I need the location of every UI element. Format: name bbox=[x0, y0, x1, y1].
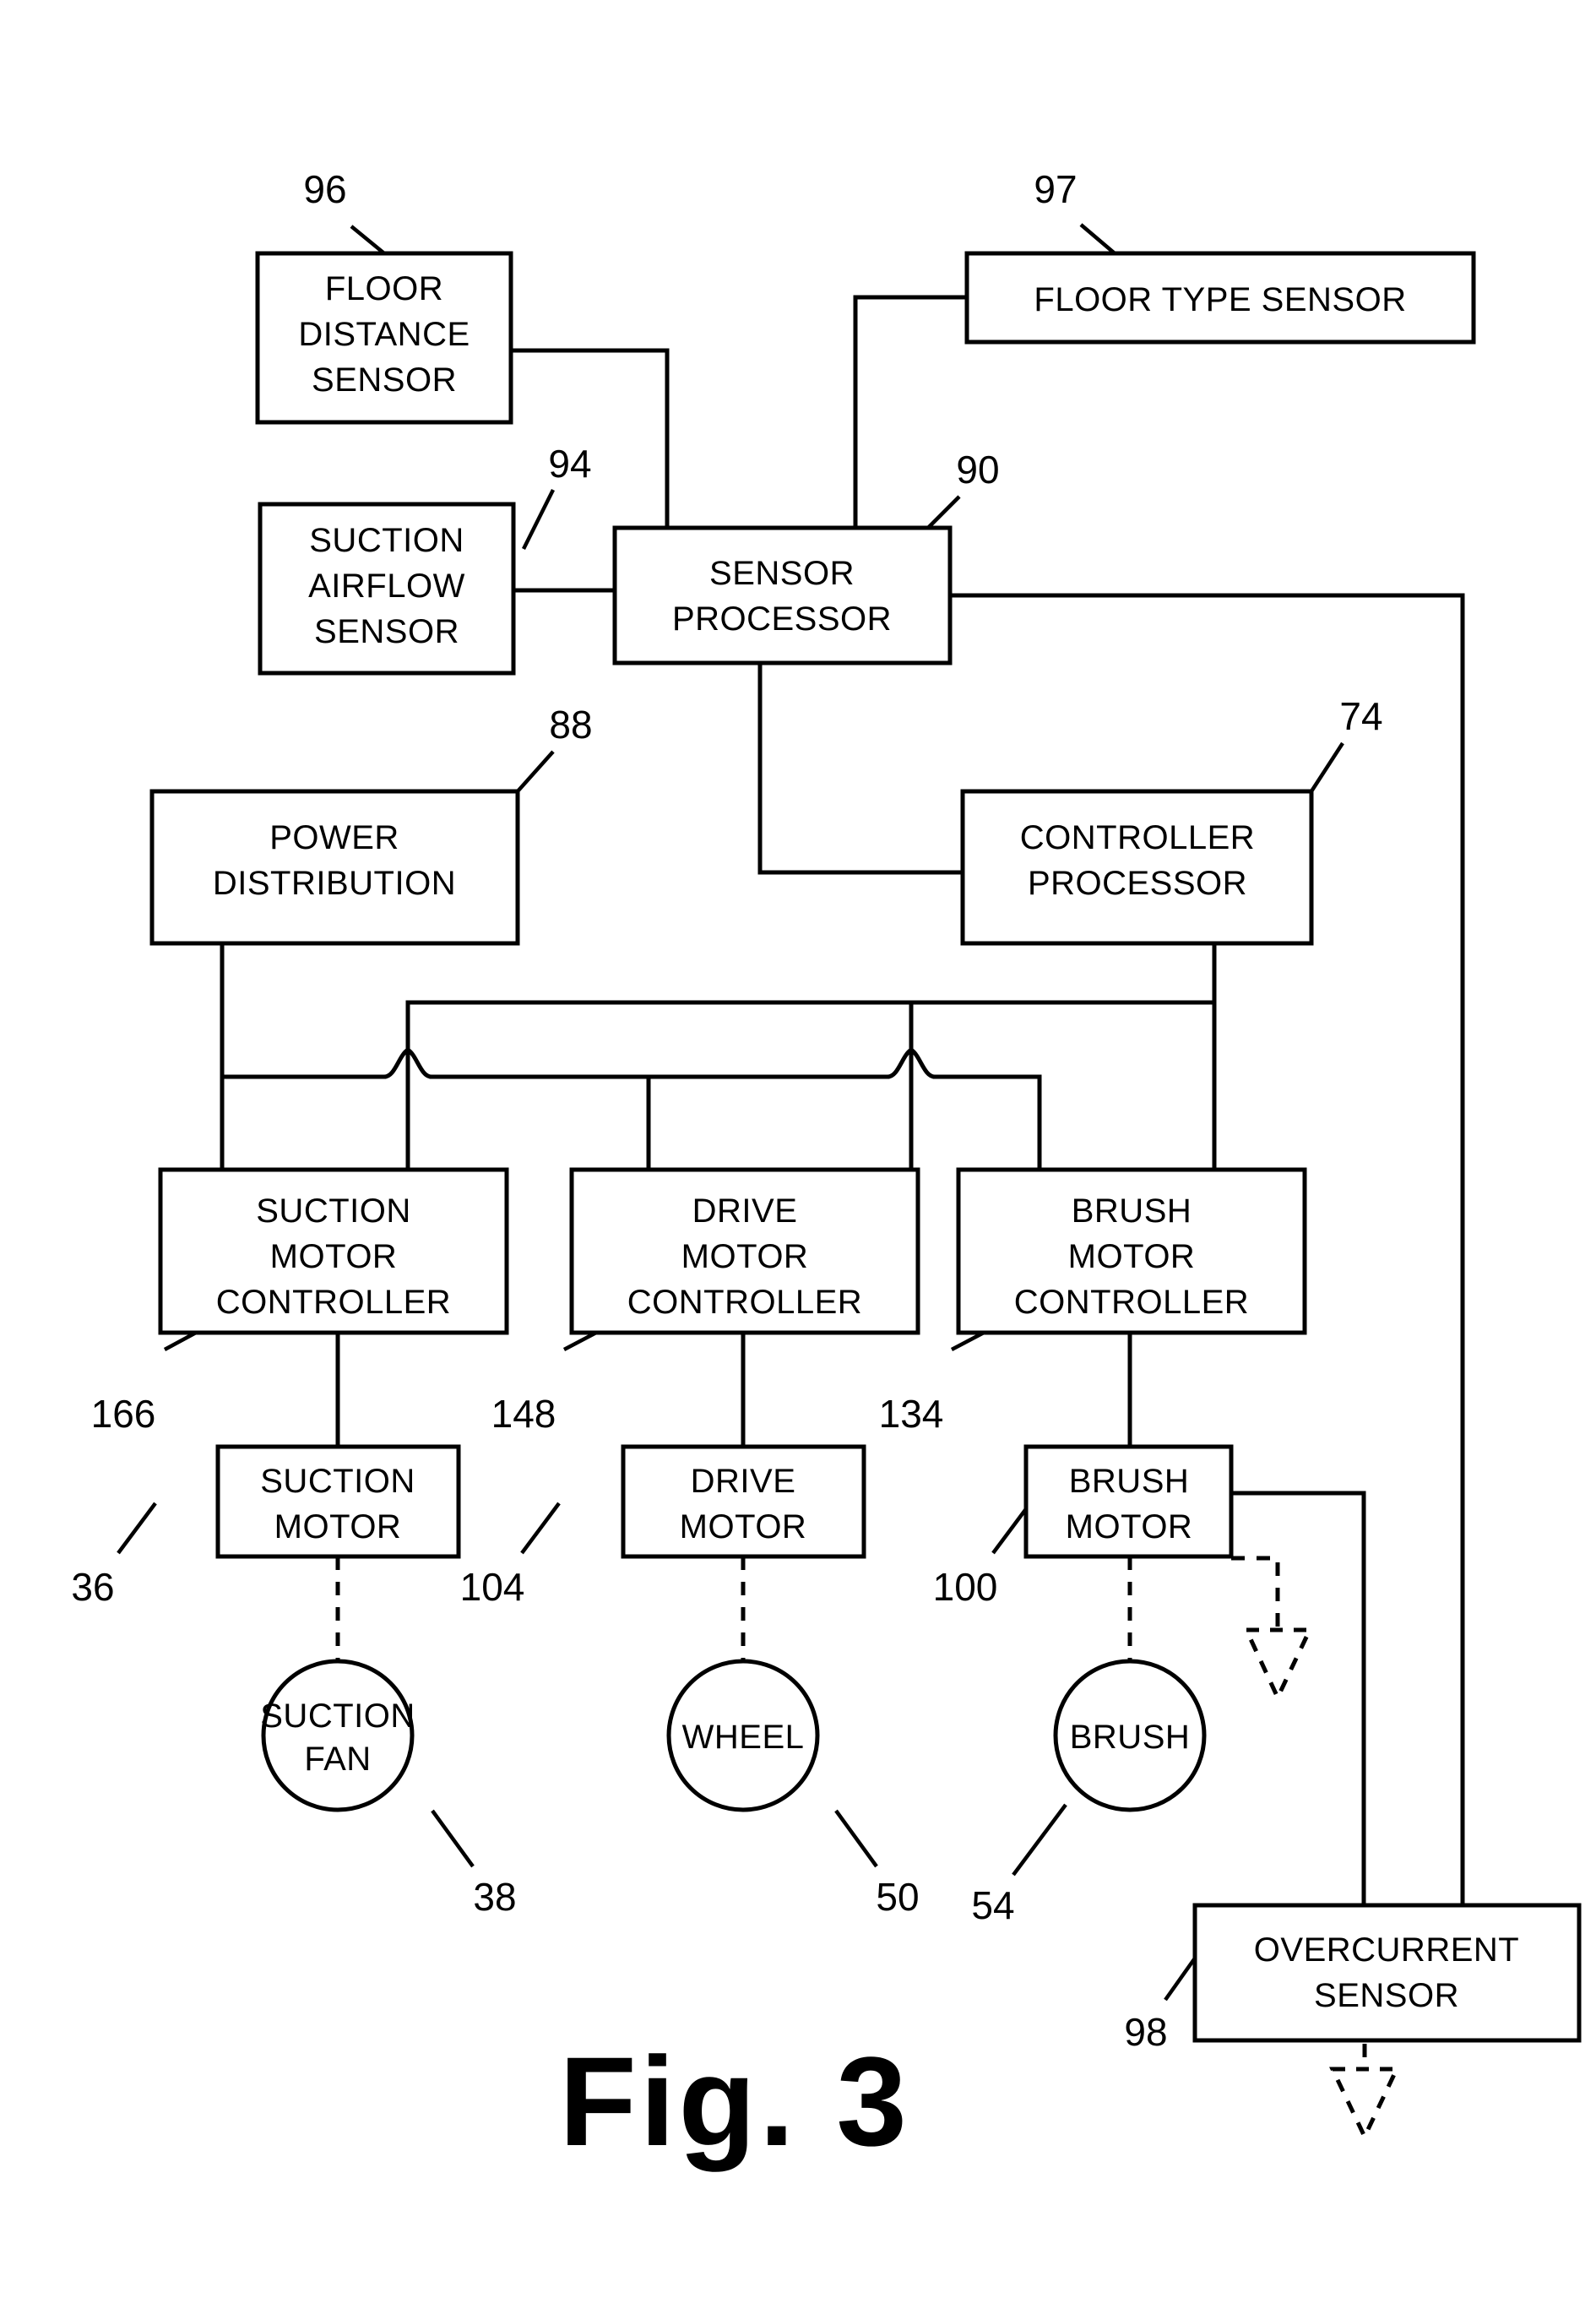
block-floor-distance-sensor-line3: SENSOR bbox=[312, 361, 457, 399]
leader-148 bbox=[562, 1331, 598, 1351]
leader-166 bbox=[163, 1331, 198, 1351]
block-overcurrent-sensor[interactable]: OVERCURRENT SENSOR bbox=[1192, 1903, 1582, 2043]
block-controller-processor-line2: PROCESSOR bbox=[1028, 865, 1247, 902]
block-brush-motor-controller-line3: CONTROLLER bbox=[1014, 1284, 1249, 1321]
leader-90 bbox=[926, 495, 961, 530]
block-drive-motor-line1: DRIVE bbox=[691, 1463, 796, 1500]
patent-figure-3: FLOOR DISTANCE SENSOR FLOOR TYPE SENSOR … bbox=[0, 0, 1596, 2314]
sense-arrow-brush-motor-path bbox=[1231, 1556, 1280, 1630]
wire-floor-distance-to-sensor-processor bbox=[508, 348, 670, 530]
ref-numeral-100: 100 bbox=[933, 1565, 998, 1609]
ref-numeral-94: 94 bbox=[548, 442, 591, 486]
block-brush-line1: BRUSH bbox=[1070, 1719, 1191, 1756]
leader-134 bbox=[950, 1331, 985, 1351]
block-suction-airflow-sensor-line2: AIRFLOW bbox=[308, 568, 465, 605]
block-suction-airflow-sensor-line1: SUCTION bbox=[309, 522, 464, 559]
wire-brush-motor-to-overcurrent-sensor bbox=[1229, 1491, 1366, 1908]
ref-numeral-148: 148 bbox=[491, 1392, 556, 1436]
block-sensor-processor-line1: SENSOR bbox=[709, 555, 855, 592]
leader-50 bbox=[834, 1809, 878, 1868]
ref-numeral-96: 96 bbox=[303, 167, 346, 211]
ref-numeral-98: 98 bbox=[1124, 2010, 1167, 2054]
ref-numeral-38: 38 bbox=[473, 1875, 516, 1919]
block-power-distribution[interactable]: POWER DISTRIBUTION bbox=[149, 789, 520, 946]
leader-96 bbox=[350, 225, 386, 255]
block-drive-motor-controller[interactable]: DRIVE MOTOR CONTROLLER bbox=[569, 1167, 920, 1335]
block-wheel-line1: WHEEL bbox=[682, 1719, 805, 1756]
leader-38 bbox=[431, 1809, 475, 1868]
block-suction-airflow-sensor[interactable]: SUCTION AIRFLOW SENSOR bbox=[258, 502, 516, 676]
leader-104 bbox=[520, 1502, 561, 1555]
sense-arrow-brush-motor-head bbox=[1243, 1627, 1313, 1703]
block-drive-motor-controller-line1: DRIVE bbox=[692, 1192, 798, 1230]
leader-74 bbox=[1310, 741, 1344, 793]
block-brush-motor[interactable]: BRUSH MOTOR bbox=[1023, 1444, 1234, 1559]
block-drive-motor-line2: MOTOR bbox=[680, 1508, 807, 1545]
block-drive-motor[interactable]: DRIVE MOTOR bbox=[621, 1444, 866, 1559]
ref-numeral-90: 90 bbox=[956, 448, 999, 492]
leader-36 bbox=[117, 1502, 157, 1555]
ref-numeral-50: 50 bbox=[876, 1875, 919, 1919]
ref-numeral-97: 97 bbox=[1034, 167, 1077, 211]
ref-numeral-54: 54 bbox=[971, 1883, 1014, 1927]
bus-lower-segment-3 bbox=[932, 1074, 1042, 1172]
block-suction-motor-controller[interactable]: SUCTION MOTOR CONTROLLER bbox=[158, 1167, 509, 1335]
block-brush-motor-line2: MOTOR bbox=[1066, 1508, 1193, 1545]
block-floor-distance-sensor-line1: FLOOR bbox=[325, 270, 443, 307]
block-brush-motor-controller[interactable]: BRUSH MOTOR CONTROLLER bbox=[956, 1167, 1307, 1335]
block-overcurrent-sensor-line1: OVERCURRENT bbox=[1254, 1931, 1519, 1969]
block-suction-motor-line1: SUCTION bbox=[260, 1463, 415, 1500]
block-suction-motor[interactable]: SUCTION MOTOR bbox=[215, 1444, 461, 1559]
block-sensor-processor-rect[interactable] bbox=[612, 525, 953, 665]
block-drive-motor-controller-line2: MOTOR bbox=[681, 1238, 809, 1275]
leader-88 bbox=[516, 750, 555, 793]
block-floor-type-sensor[interactable]: FLOOR TYPE SENSOR bbox=[964, 251, 1476, 345]
figure-caption: Fig. 3 bbox=[559, 2030, 910, 2172]
block-suction-motor-controller-line3: CONTROLLER bbox=[216, 1284, 451, 1321]
ref-numeral-134: 134 bbox=[879, 1392, 944, 1436]
block-diagram-canvas: FLOOR DISTANCE SENSOR FLOOR TYPE SENSOR … bbox=[71, 167, 1582, 2172]
block-sensor-processor-line2: PROCESSOR bbox=[672, 600, 892, 638]
ref-numeral-74: 74 bbox=[1339, 694, 1382, 738]
block-suction-fan[interactable]: SUCTION FAN bbox=[260, 1659, 415, 1812]
sense-arrow-overcurrent-head bbox=[1329, 2067, 1400, 2142]
ref-numeral-36: 36 bbox=[71, 1565, 114, 1609]
leader-97 bbox=[1079, 223, 1116, 255]
block-power-distribution-line1: POWER bbox=[269, 819, 399, 856]
block-overcurrent-sensor-rect[interactable] bbox=[1192, 1903, 1582, 2043]
block-controller-processor-line1: CONTROLLER bbox=[1020, 819, 1255, 856]
block-suction-airflow-sensor-line3: SENSOR bbox=[314, 613, 459, 650]
block-overcurrent-sensor-line2: SENSOR bbox=[1314, 1977, 1459, 2014]
leader-94 bbox=[521, 488, 556, 551]
block-suction-fan-line2: FAN bbox=[304, 1741, 371, 1778]
block-brush-motor-line1: BRUSH bbox=[1069, 1463, 1190, 1500]
block-wheel[interactable]: WHEEL bbox=[666, 1659, 820, 1812]
block-drive-motor-controller-line3: CONTROLLER bbox=[627, 1284, 862, 1321]
block-power-distribution-line2: DISTRIBUTION bbox=[213, 865, 456, 902]
block-sensor-processor[interactable]: SENSOR PROCESSOR bbox=[612, 525, 953, 665]
ref-numeral-104: 104 bbox=[460, 1565, 525, 1609]
block-brush-motor-controller-line1: BRUSH bbox=[1072, 1192, 1192, 1230]
block-suction-fan-circle[interactable] bbox=[261, 1659, 415, 1812]
block-controller-processor[interactable]: CONTROLLER PROCESSOR bbox=[960, 789, 1314, 946]
block-floor-distance-sensor-line2: DISTANCE bbox=[298, 316, 470, 353]
leader-54 bbox=[1012, 1803, 1067, 1877]
block-floor-type-sensor-line1: FLOOR TYPE SENSOR bbox=[1034, 281, 1406, 318]
block-suction-motor-controller-line2: MOTOR bbox=[270, 1238, 398, 1275]
block-brush[interactable]: BRUSH bbox=[1053, 1659, 1207, 1812]
bus-upper-rail-to-suction-controller bbox=[405, 1000, 1217, 1172]
block-brush-motor-controller-line2: MOTOR bbox=[1068, 1238, 1196, 1275]
wire-sensor-processor-to-controller-processor bbox=[757, 660, 965, 875]
block-suction-fan-line1: SUCTION bbox=[260, 1697, 415, 1735]
wire-floor-type-to-sensor-processor bbox=[853, 295, 969, 530]
block-floor-distance-sensor[interactable]: FLOOR DISTANCE SENSOR bbox=[255, 251, 513, 425]
ref-numeral-166: 166 bbox=[91, 1392, 156, 1436]
block-suction-motor-controller-line1: SUCTION bbox=[256, 1192, 411, 1230]
ref-numeral-88: 88 bbox=[549, 703, 592, 747]
block-suction-motor-line2: MOTOR bbox=[274, 1508, 402, 1545]
